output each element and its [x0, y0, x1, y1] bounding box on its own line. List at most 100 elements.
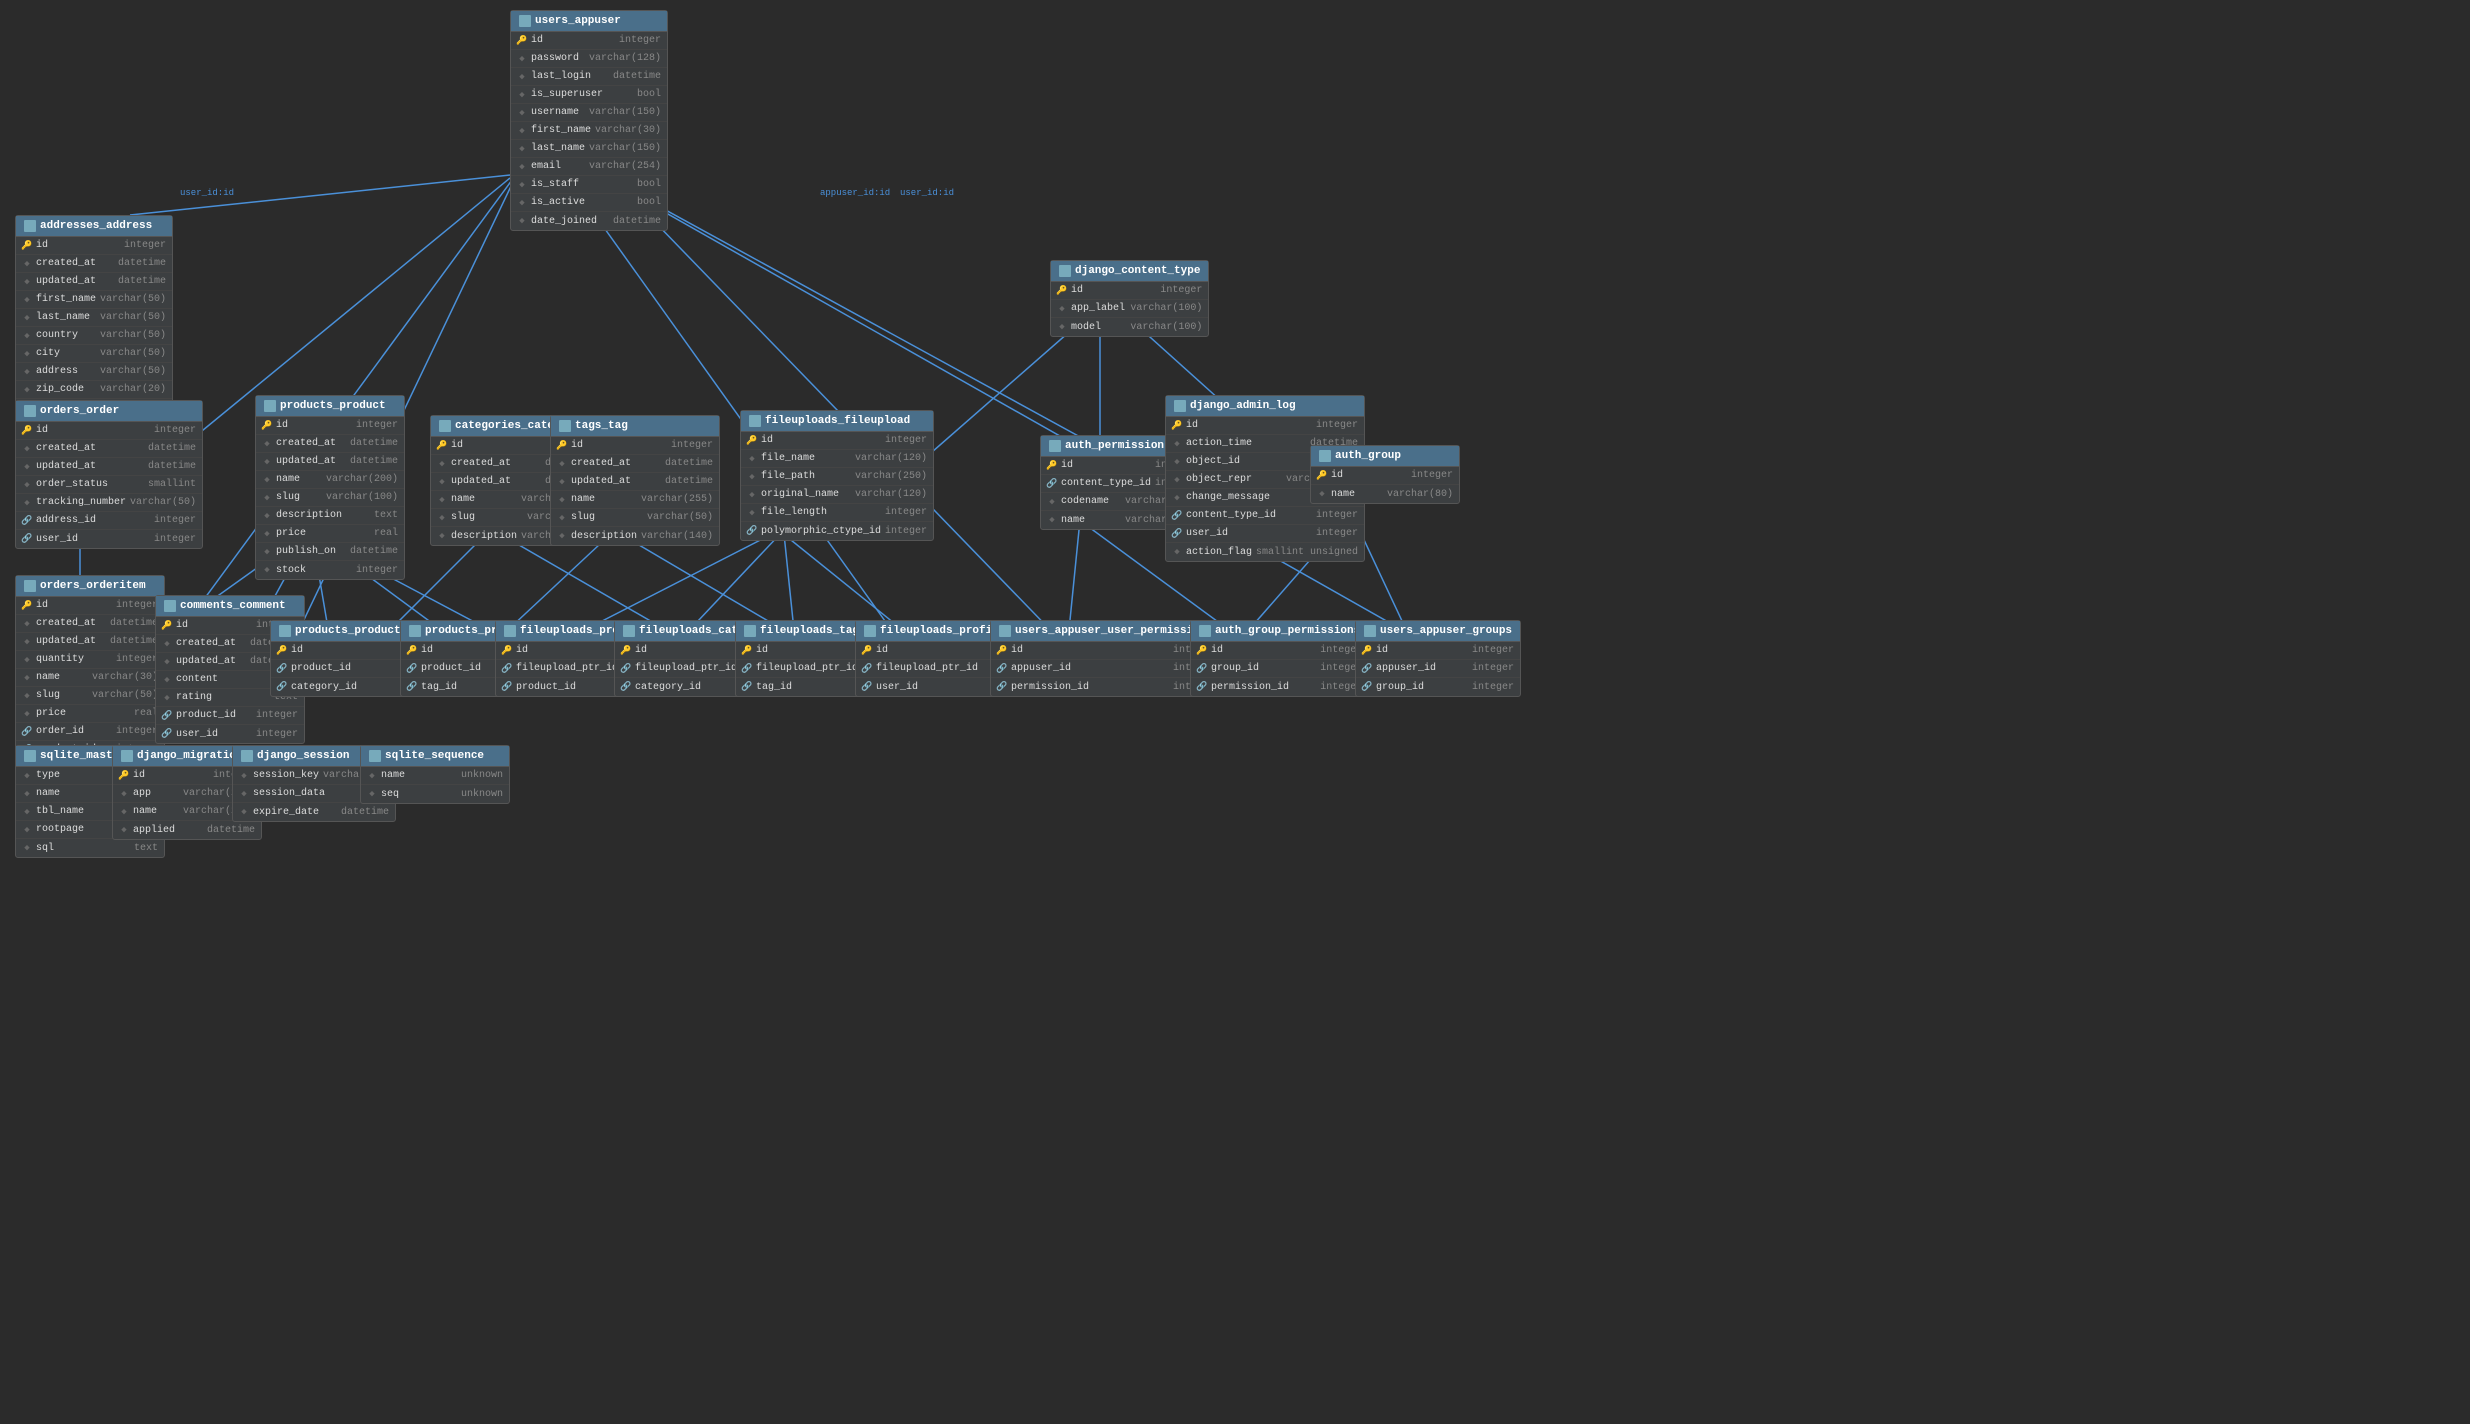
field-name: date_joined	[531, 216, 609, 227]
field-name: name	[381, 770, 457, 781]
field-name: codename	[1061, 496, 1121, 507]
field-icon: ◆	[24, 349, 29, 359]
table-title: fileuploads_fileupload	[765, 415, 910, 427]
table-icon	[864, 625, 876, 637]
field-name: created_at	[36, 443, 144, 454]
field-name: id	[876, 645, 994, 656]
pk-icon: 🔑	[1056, 286, 1067, 296]
field-type: unknown	[461, 770, 503, 781]
field-name: zip_code	[36, 384, 96, 395]
field-name: session_data	[253, 788, 361, 799]
table-row: ◆namevarchar(200)	[256, 471, 404, 489]
field-icon: ◆	[24, 789, 29, 799]
fk-icon: 🔗	[996, 664, 1007, 674]
field-name: name	[451, 494, 517, 505]
table-row: ◆last_logindatetime	[511, 68, 667, 86]
table-title: auth_group	[1335, 450, 1401, 462]
field-icon: ◆	[24, 295, 29, 305]
field-type: integer	[116, 600, 158, 611]
table-row: ◆countryvarchar(50)	[16, 327, 172, 345]
field-type: datetime	[207, 825, 255, 836]
fk-icon: 🔗	[741, 664, 752, 674]
fk-icon: 🔗	[406, 664, 417, 674]
fk-icon: 🔗	[1171, 529, 1182, 539]
field-name: updated_at	[36, 636, 106, 647]
table-row: ◆descriptiontext	[256, 507, 404, 525]
table-row: ◆addressvarchar(50)	[16, 363, 172, 381]
table-row: 🔗group_idinteger	[1356, 678, 1520, 696]
field-icon: ◆	[519, 198, 524, 208]
table-icon	[744, 625, 756, 637]
field-icon: ◆	[24, 313, 29, 323]
field-icon: ◆	[1174, 547, 1179, 557]
field-name: change_message	[1186, 492, 1330, 503]
table-row: 🔑idinteger	[16, 422, 202, 440]
field-type: integer	[1472, 663, 1514, 674]
table-row: ◆updated_atdatetime	[16, 273, 172, 291]
table-row: 🔗user_idinteger	[1166, 525, 1364, 543]
field-name: action_flag	[1186, 547, 1252, 558]
field-type: integer	[154, 534, 196, 545]
table-title: products_product	[280, 400, 386, 412]
fk-icon: 🔗	[21, 516, 32, 526]
table-row: 🔗group_idinteger	[1191, 660, 1368, 678]
field-type: varchar(120)	[855, 453, 927, 464]
fk-icon: 🔗	[501, 664, 512, 674]
pk-icon: 🔑	[118, 771, 129, 781]
field-name: id	[1011, 645, 1169, 656]
field-icon: ◆	[241, 789, 246, 799]
field-name: name	[1061, 515, 1121, 526]
table-title: tags_tag	[575, 420, 628, 432]
field-name: id	[761, 435, 881, 446]
field-name: name	[571, 494, 637, 505]
table-row: 🔗address_idinteger	[16, 512, 202, 530]
table-icon	[999, 625, 1011, 637]
field-type: integer	[885, 435, 927, 446]
field-name: product_id	[176, 710, 252, 721]
field-icon: ◆	[519, 126, 524, 136]
table-icon	[1049, 440, 1061, 452]
table-icon	[1364, 625, 1376, 637]
table-row: ◆date_joineddatetime	[511, 212, 667, 230]
table-title: comments_comment	[180, 600, 286, 612]
pk-icon: 🔑	[21, 426, 32, 436]
field-type: varchar(20)	[100, 384, 166, 395]
field-type: varchar(255)	[641, 494, 713, 505]
pk-icon: 🔑	[996, 646, 1007, 656]
table-row: ◆emailvarchar(254)	[511, 158, 667, 176]
table-row: ◆is_activebool	[511, 194, 667, 212]
field-type: varchar(80)	[1387, 489, 1453, 500]
field-type: varchar(120)	[855, 489, 927, 500]
field-icon: ◆	[264, 475, 269, 485]
field-name: content_type_id	[1186, 510, 1312, 521]
table-row: ◆namevarchar(255)	[551, 491, 719, 509]
table-header-users_appuser_groups: users_appuser_groups	[1356, 621, 1520, 642]
field-name: country	[36, 330, 96, 341]
field-name: created_at	[176, 638, 246, 649]
field-icon: ◆	[369, 771, 374, 781]
label-appuser-id: appuser_id:id	[820, 188, 890, 198]
table-django_content_type: django_content_type🔑idinteger◆app_labelv…	[1050, 260, 1209, 337]
table-row: ◆order_statussmallint	[16, 476, 202, 494]
field-type: datetime	[110, 636, 158, 647]
field-icon: ◆	[1049, 497, 1054, 507]
field-name: file_name	[761, 453, 851, 464]
fk-icon: 🔗	[276, 664, 287, 674]
field-name: name	[1331, 489, 1383, 500]
field-type: varchar(100)	[326, 492, 398, 503]
field-name: user_id	[176, 729, 252, 740]
field-name: id	[571, 440, 667, 451]
field-name: slug	[276, 492, 322, 503]
field-type: varchar(100)	[1130, 322, 1202, 333]
field-type: integer	[116, 654, 158, 665]
table-title: auth_permission	[1065, 440, 1164, 452]
field-name: description	[451, 531, 517, 542]
field-name: original_name	[761, 489, 851, 500]
field-name: is_active	[531, 197, 633, 208]
field-type: smallint unsigned	[1256, 547, 1358, 558]
table-row: ◆passwordvarchar(128)	[511, 50, 667, 68]
table-addresses_address: addresses_address🔑idinteger◆created_atda…	[15, 215, 173, 418]
table-row: 🔑idinteger	[1356, 642, 1520, 660]
field-name: appuser_id	[1376, 663, 1468, 674]
fk-icon: 🔗	[161, 711, 172, 721]
